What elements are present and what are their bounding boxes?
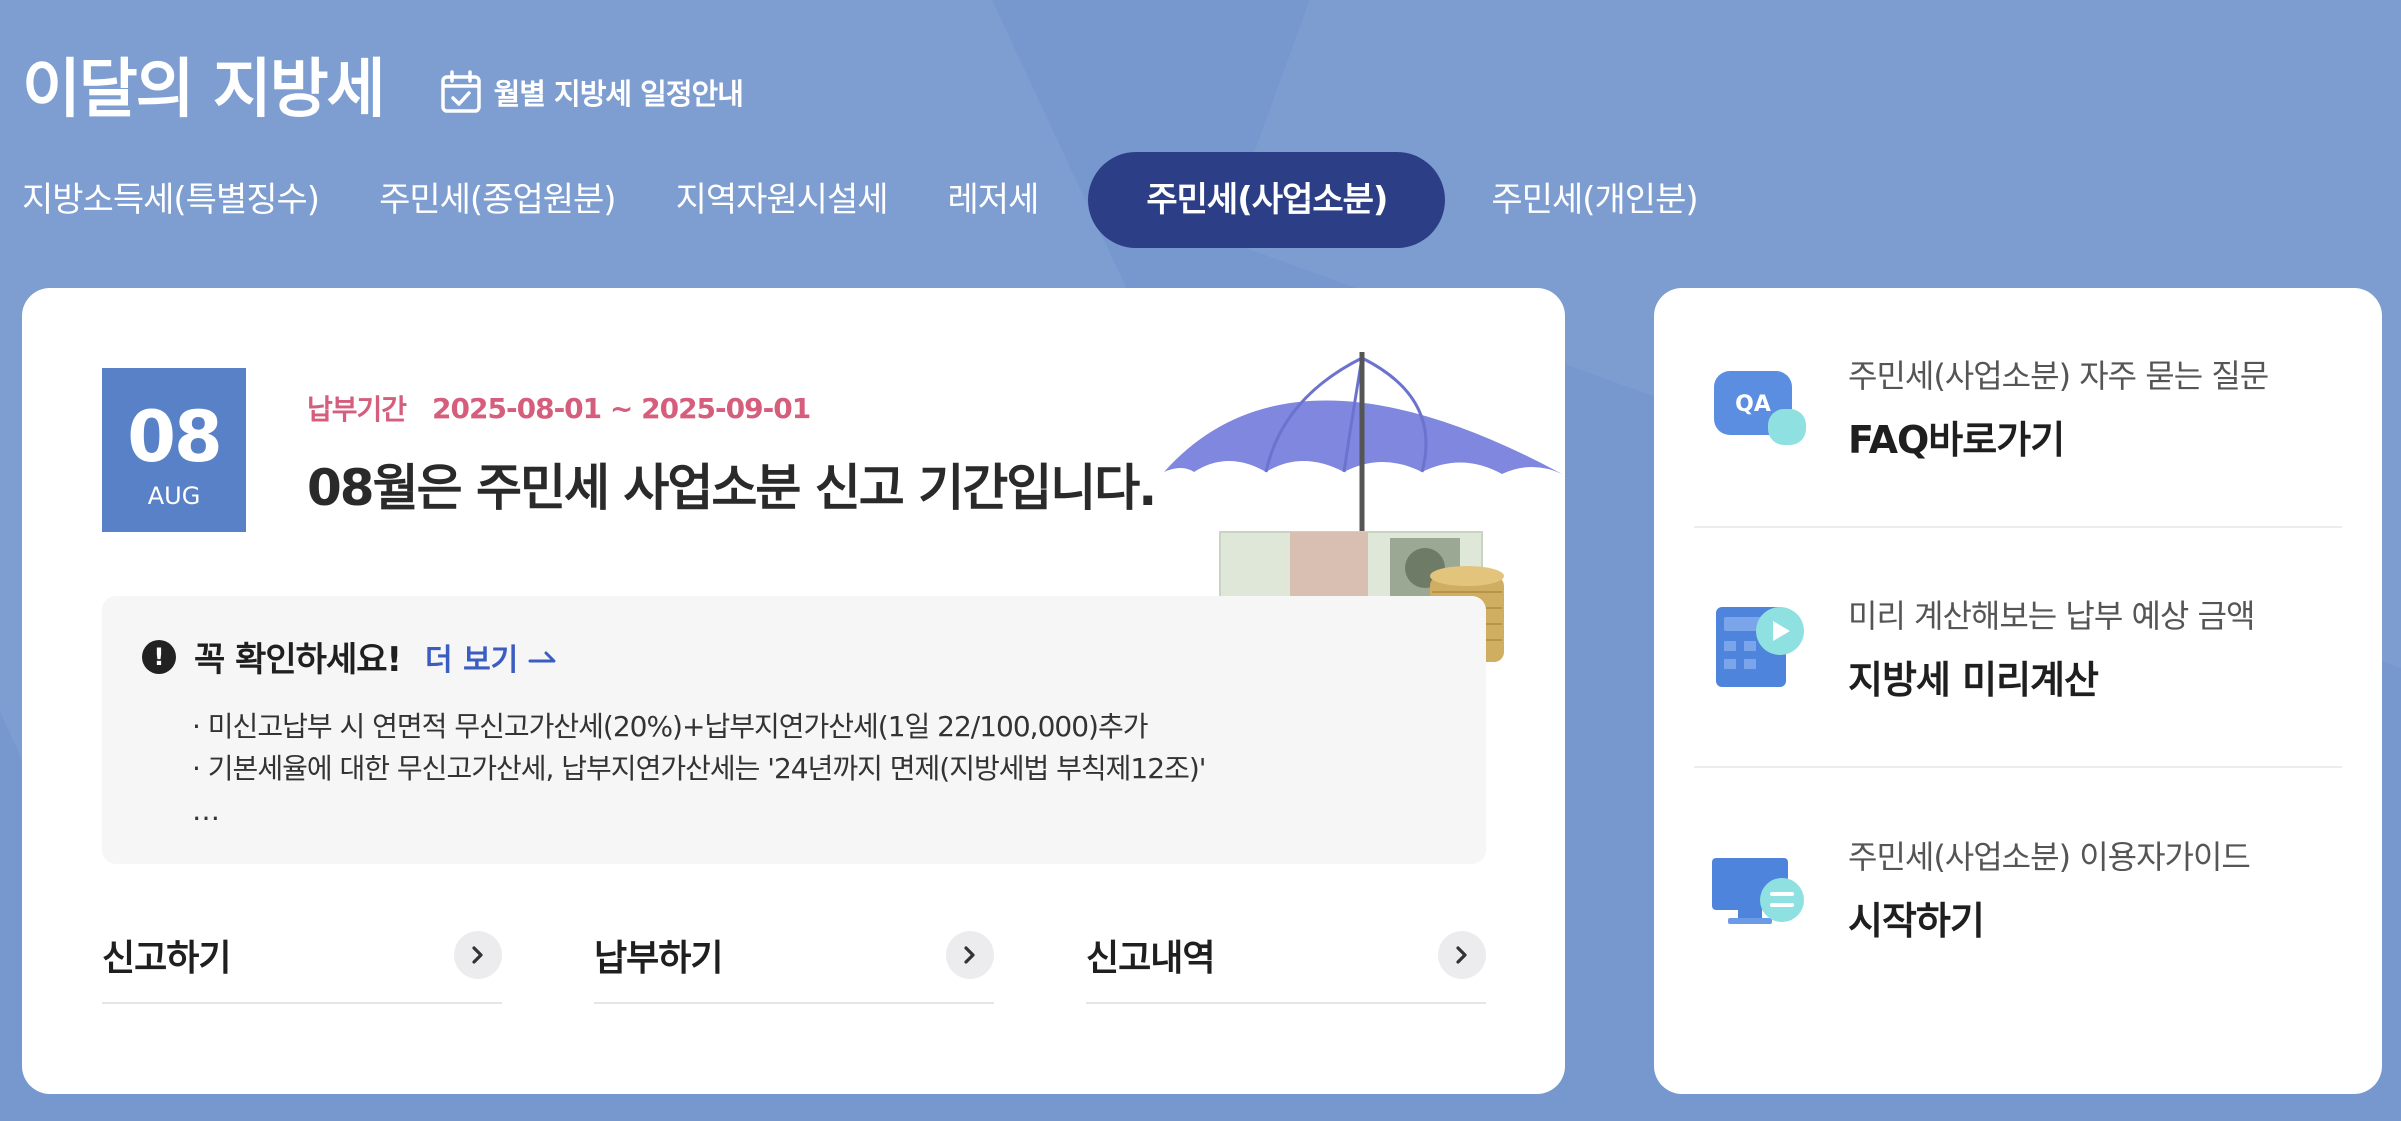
report-history-button[interactable]: 신고내역 bbox=[1086, 908, 1486, 1004]
chevron-right-icon bbox=[1438, 931, 1486, 979]
pay-button[interactable]: 납부하기 bbox=[594, 908, 994, 1004]
user-guide-link[interactable]: 주민세(사업소분) 이용자가이드 시작하기 bbox=[1694, 768, 2342, 1008]
notice-line: · 미신고납부 시 연면적 무신고가산세(20%)+납부지연가산세(1일 22/… bbox=[192, 710, 1148, 743]
tab-resident-tax-business[interactable]: 주민세(사업소분) bbox=[1088, 152, 1446, 248]
tab-resident-tax-employee[interactable]: 주민세(종업원분) bbox=[379, 152, 616, 248]
headline: 08월은 주민세 사업소분 신고 기간입니다. bbox=[307, 459, 1157, 517]
calculator-icon bbox=[1716, 607, 1804, 687]
notice-header: ! 꼭 확인하세요! 더 보기 bbox=[142, 632, 558, 681]
calendar-check-icon bbox=[440, 70, 481, 113]
period-label: 납부기간 bbox=[307, 393, 407, 426]
tax-calculator-link[interactable]: 미리 계산해보는 납부 예상 금액 지방세 미리계산 bbox=[1694, 528, 2342, 768]
notice-line: … bbox=[192, 794, 220, 827]
chevron-right-icon bbox=[454, 931, 502, 979]
tax-tabs: 지방소득세(특별징수) 주민세(종업원분) 지역자원시설세 레저세 주민세(사업… bbox=[22, 152, 1758, 248]
faq-title: FAQ바로가기 bbox=[1848, 417, 2065, 462]
guide-title: 시작하기 bbox=[1848, 898, 1985, 943]
date-month: AUG bbox=[147, 482, 201, 510]
more-link-label: 더 보기 bbox=[425, 642, 519, 678]
monthly-schedule-link[interactable]: 월별 지방세 일정안내 bbox=[440, 70, 744, 114]
monitor-guide-icon bbox=[1712, 858, 1804, 924]
date-badge: 08 AUG bbox=[102, 368, 246, 532]
main-info-card: 08 AUG 납부기간 2025-08-01 ~ 2025-09-01 08월은… bbox=[22, 288, 1565, 1094]
page-header: 이달의 지방세 월별 지방세 일정안내 bbox=[22, 40, 744, 140]
tab-leisure-tax[interactable]: 레저세 bbox=[948, 152, 1040, 248]
qa-icon: QA bbox=[1714, 371, 1806, 445]
notice-list: · 미신고납부 시 연면적 무신고가산세(20%)+납부지연가산세(1일 22/… bbox=[192, 706, 1206, 832]
calculator-subtitle: 미리 계산해보는 납부 예상 금액 bbox=[1848, 596, 2255, 635]
page-title: 이달의 지방세 bbox=[22, 53, 386, 127]
faq-link[interactable]: QA 주민세(사업소분) 자주 묻는 질문 FAQ바로가기 bbox=[1694, 288, 2342, 528]
tab-resident-tax-individual[interactable]: 주민세(개인분) bbox=[1491, 152, 1698, 248]
arrow-right-icon bbox=[528, 651, 556, 662]
notice-line: · 기본세율에 대한 무신고가산세, 납부지연가산세는 '24년까지 면제(지방… bbox=[192, 752, 1206, 785]
tab-local-income-tax[interactable]: 지방소득세(특별징수) bbox=[22, 152, 320, 248]
pay-label: 납부하기 bbox=[594, 938, 723, 979]
calculator-title: 지방세 미리계산 bbox=[1848, 657, 2099, 702]
faq-subtitle: 주민세(사업소분) 자주 묻는 질문 bbox=[1848, 356, 2269, 395]
quick-links-card: QA 주민세(사업소분) 자주 묻는 질문 FAQ바로가기 미리 계산해보는 납… bbox=[1654, 288, 2382, 1094]
action-links: 신고하기 납부하기 신고내역 bbox=[102, 908, 1486, 1004]
guide-subtitle: 주민세(사업소분) 이용자가이드 bbox=[1848, 837, 2251, 876]
payment-period: 납부기간 2025-08-01 ~ 2025-09-01 bbox=[307, 388, 811, 428]
more-link[interactable]: 더 보기 bbox=[425, 635, 558, 679]
chevron-right-icon bbox=[946, 931, 994, 979]
notice-title: 꼭 확인하세요! bbox=[194, 640, 402, 680]
schedule-link-label: 월별 지방세 일정안내 bbox=[493, 77, 744, 111]
period-value: 2025-08-01 ~ 2025-09-01 bbox=[432, 391, 811, 425]
report-label: 신고하기 bbox=[102, 938, 231, 979]
report-button[interactable]: 신고하기 bbox=[102, 908, 502, 1004]
qa-icon-text: QA bbox=[1735, 392, 1771, 417]
tab-regional-resource-tax[interactable]: 지역자원시설세 bbox=[676, 152, 889, 248]
notice-box: ! 꼭 확인하세요! 더 보기 · 미신고납부 시 연면적 무신고가산세(20%… bbox=[102, 596, 1486, 864]
report-history-label: 신고내역 bbox=[1086, 938, 1215, 979]
exclamation-icon: ! bbox=[142, 639, 176, 674]
date-day: 08 bbox=[127, 396, 222, 478]
